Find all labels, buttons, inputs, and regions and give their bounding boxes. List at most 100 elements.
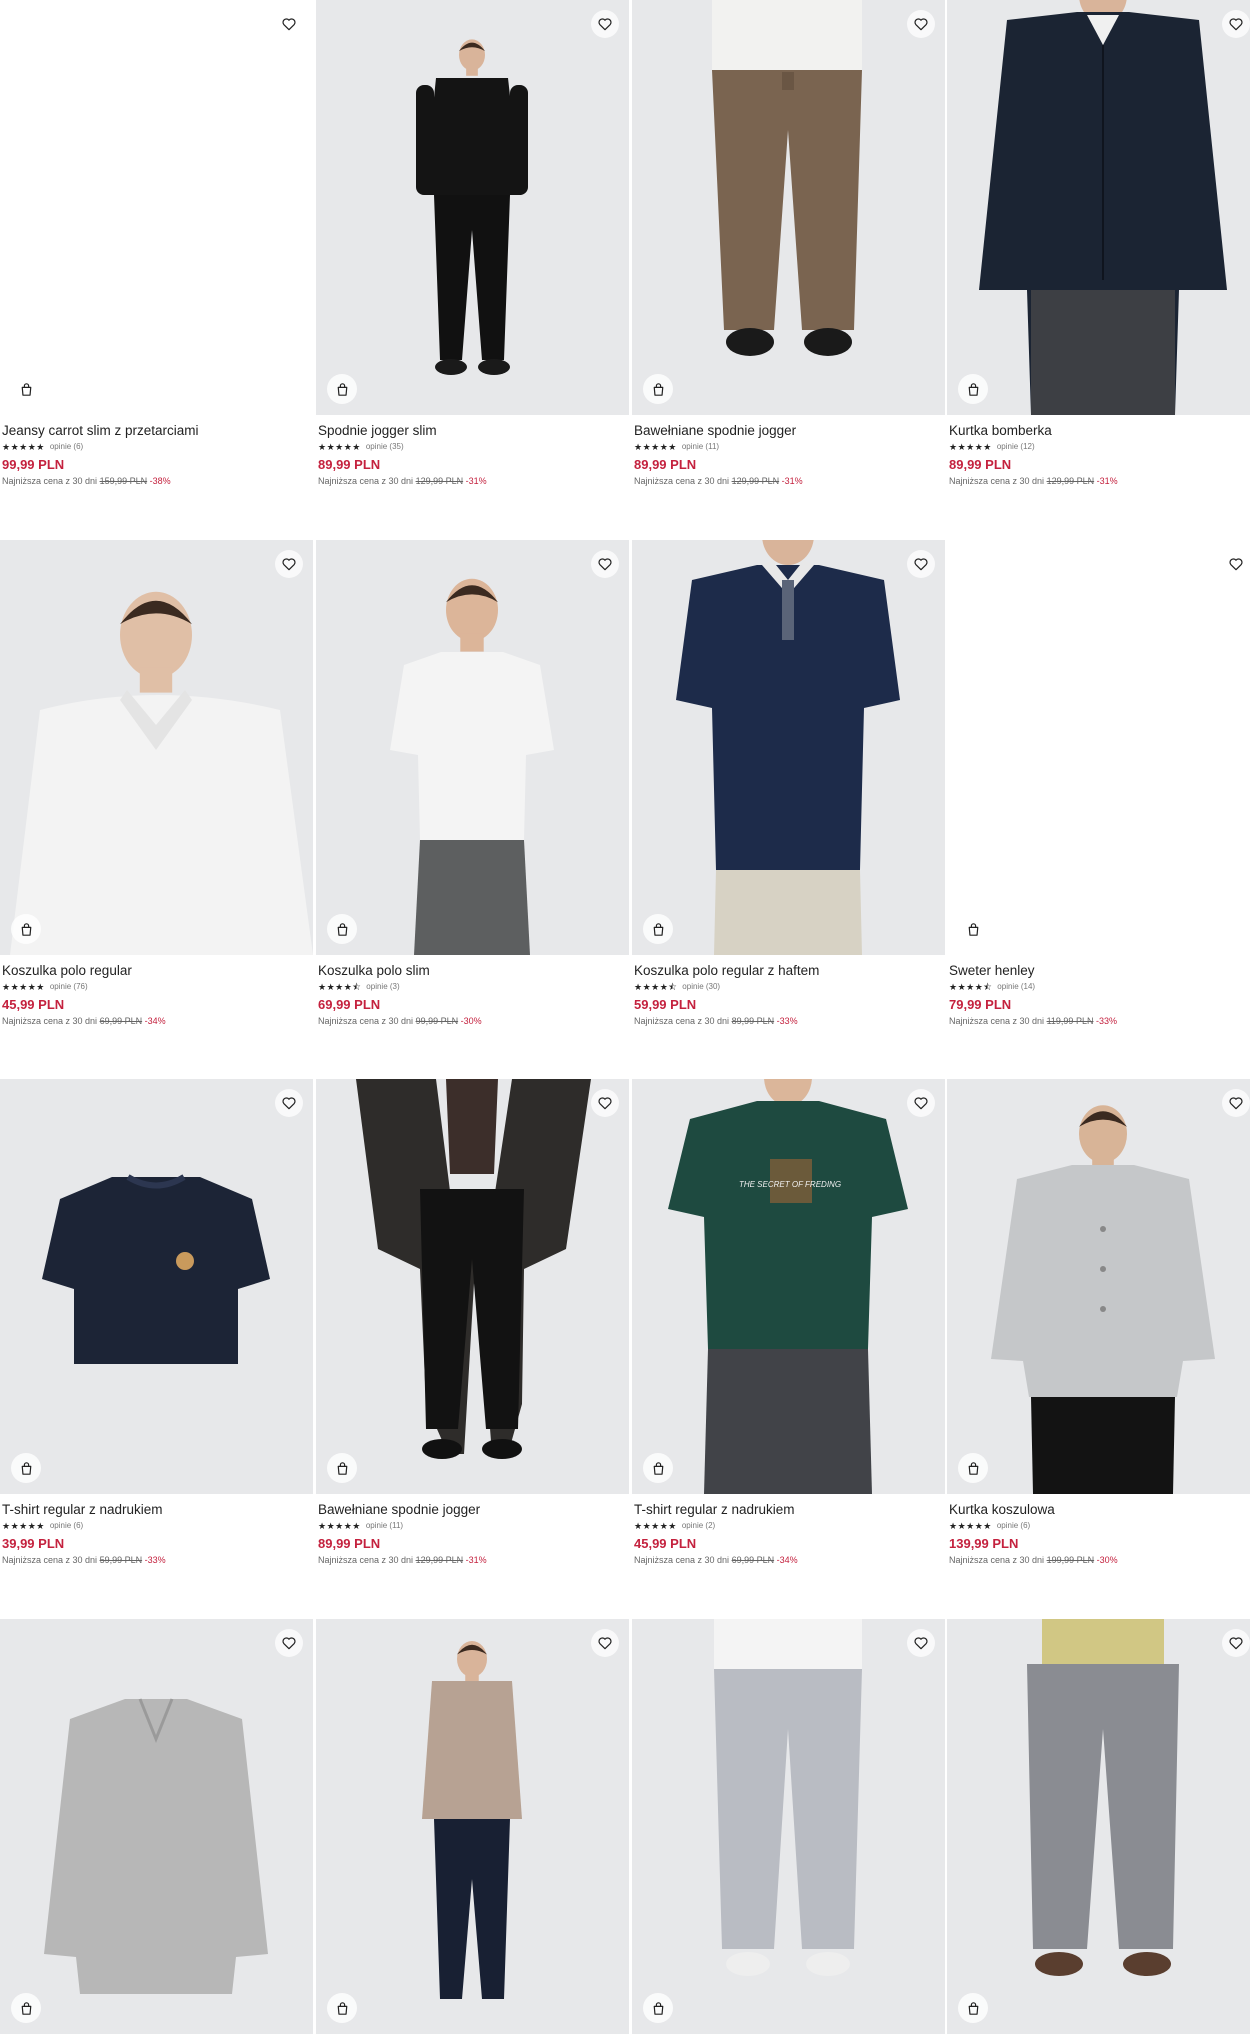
product-card[interactable]: Bawełniane spodnie jogger ★★★★★ opinie (…	[632, 0, 945, 486]
product-card[interactable]: Kurtka bomberka ★★★★★ opinie (12) 89,99 …	[947, 0, 1250, 486]
shopping-bag-icon[interactable]	[327, 914, 357, 944]
heart-icon[interactable]	[1222, 550, 1250, 578]
heart-icon[interactable]	[1222, 10, 1250, 38]
product-image[interactable]	[316, 540, 629, 955]
product-photo-figure	[356, 1079, 591, 1459]
heart-icon[interactable]	[907, 1629, 935, 1657]
heart-icon[interactable]	[275, 1629, 303, 1657]
heart-icon[interactable]	[591, 1089, 619, 1117]
product-card[interactable]: Koszulka polo slim ★★★★⯪ opinie (3) 69,9…	[316, 540, 629, 1026]
shopping-bag-icon[interactable]	[11, 1453, 41, 1483]
product-image[interactable]	[0, 540, 313, 955]
review-count[interactable]: opinie (3)	[366, 982, 399, 992]
shopping-bag-icon[interactable]	[643, 914, 673, 944]
review-count[interactable]: opinie (11)	[366, 1521, 403, 1531]
review-count[interactable]: opinie (11)	[682, 442, 719, 452]
product-name[interactable]: Jeansy carrot slim z przetarciami	[2, 423, 313, 438]
product-card[interactable]: THE SECRET OF FREDING T-shirt regular z …	[632, 1079, 945, 1565]
product-card[interactable]: Koszulka polo regular ★★★★★ opinie (76) …	[0, 540, 313, 1026]
product-card[interactable]	[632, 1619, 945, 2034]
product-image[interactable]	[0, 1619, 313, 2034]
product-card[interactable]: Bawełniane spodnie jogger ★★★★★ opinie (…	[316, 1079, 629, 1565]
rating-stars: ★★★★★	[318, 1521, 361, 1531]
shopping-bag-icon[interactable]	[643, 374, 673, 404]
shopping-bag-icon[interactable]	[11, 1993, 41, 2023]
product-image[interactable]	[316, 0, 629, 415]
shopping-bag-icon[interactable]	[327, 374, 357, 404]
old-price: 159,99 PLN	[99, 476, 148, 486]
heart-icon[interactable]	[591, 1629, 619, 1657]
heart-icon[interactable]	[275, 10, 303, 38]
heart-icon[interactable]	[591, 10, 619, 38]
product-name[interactable]: Koszulka polo regular z haftem	[634, 963, 945, 978]
product-image[interactable]: THE SECRET OF FREDING	[632, 1079, 945, 1494]
product-image[interactable]	[947, 1619, 1250, 2034]
shopping-bag-icon[interactable]	[643, 1993, 673, 2023]
shopping-bag-icon[interactable]	[327, 1993, 357, 2023]
product-name[interactable]: Kurtka koszulowa	[949, 1502, 1250, 1517]
discount-badge: -34%	[144, 1016, 166, 1026]
product-card[interactable]: Kurtka koszulowa ★★★★★ opinie (6) 139,99…	[947, 1079, 1250, 1565]
heart-icon[interactable]	[907, 10, 935, 38]
review-count[interactable]: opinie (14)	[997, 982, 1035, 992]
product-photo-figure	[991, 1105, 1215, 1494]
product-card[interactable]: T-shirt regular z nadrukiem ★★★★★ opinie…	[0, 1079, 313, 1565]
product-image[interactable]	[632, 540, 945, 955]
product-name[interactable]: Kurtka bomberka	[949, 423, 1250, 438]
review-count[interactable]: opinie (76)	[50, 982, 88, 992]
product-image[interactable]	[947, 0, 1250, 415]
product-image[interactable]	[316, 1079, 629, 1494]
review-count[interactable]: opinie (2)	[682, 1521, 715, 1531]
product-image[interactable]	[0, 0, 313, 415]
product-image[interactable]	[632, 1619, 945, 2034]
product-name[interactable]: Koszulka polo regular	[2, 963, 313, 978]
product-rating: ★★★★⯪ opinie (14)	[949, 982, 1250, 992]
product-card[interactable]	[316, 1619, 629, 2034]
shopping-bag-icon[interactable]	[958, 1453, 988, 1483]
product-card[interactable]: Jeansy carrot slim z przetarciami ★★★★★ …	[0, 0, 313, 486]
product-card[interactable]	[947, 1619, 1250, 2034]
product-card[interactable]: Koszulka polo regular z haftem ★★★★⯪ opi…	[632, 540, 945, 1026]
review-count[interactable]: opinie (6)	[50, 1521, 83, 1531]
product-name[interactable]: Bawełniane spodnie jogger	[634, 423, 945, 438]
product-name[interactable]: Koszulka polo slim	[318, 963, 629, 978]
product-name[interactable]: Spodnie jogger slim	[318, 423, 629, 438]
heart-icon[interactable]	[1222, 1629, 1250, 1657]
heart-icon[interactable]	[275, 1089, 303, 1117]
review-count[interactable]: opinie (6)	[997, 1521, 1030, 1531]
product-image[interactable]	[632, 0, 945, 415]
shopping-bag-icon[interactable]	[327, 1453, 357, 1483]
product-card[interactable]: Spodnie jogger slim ★★★★★ opinie (35) 89…	[316, 0, 629, 486]
product-name[interactable]: Bawełniane spodnie jogger	[318, 1502, 629, 1517]
review-count[interactable]: opinie (30)	[682, 982, 720, 992]
shopping-bag-icon[interactable]	[643, 1453, 673, 1483]
review-count[interactable]: opinie (35)	[366, 442, 404, 452]
review-count[interactable]: opinie (12)	[997, 442, 1035, 452]
shopping-bag-icon[interactable]	[11, 374, 41, 404]
product-image[interactable]	[947, 1079, 1250, 1494]
discount-badge: -30%	[460, 1016, 482, 1026]
heart-icon[interactable]	[591, 550, 619, 578]
shopping-bag-icon[interactable]	[958, 1993, 988, 2023]
old-price: 129,99 PLN	[415, 1555, 464, 1565]
old-price: 69,99 PLN	[731, 1555, 775, 1565]
review-count[interactable]: opinie (6)	[50, 442, 83, 452]
heart-icon[interactable]	[1222, 1089, 1250, 1117]
product-image[interactable]	[947, 540, 1250, 955]
old-price: 129,99 PLN	[731, 476, 780, 486]
product-image[interactable]	[316, 1619, 629, 2034]
shopping-bag-icon[interactable]	[11, 914, 41, 944]
product-image[interactable]	[0, 1079, 313, 1494]
shopping-bag-icon[interactable]	[958, 374, 988, 404]
product-name[interactable]: Sweter henley	[949, 963, 1250, 978]
print-text: THE SECRET OF FREDING	[739, 1180, 841, 1189]
heart-icon[interactable]	[275, 550, 303, 578]
product-name[interactable]: T-shirt regular z nadrukiem	[2, 1502, 313, 1517]
heart-icon[interactable]	[907, 1089, 935, 1117]
product-card[interactable]: Sweter henley ★★★★⯪ opinie (14) 79,99 PL…	[947, 540, 1250, 1026]
shopping-bag-icon[interactable]	[958, 914, 988, 944]
product-rating: ★★★★★ opinie (2)	[634, 1521, 945, 1531]
product-card[interactable]	[0, 1619, 313, 2034]
heart-icon[interactable]	[907, 550, 935, 578]
product-name[interactable]: T-shirt regular z nadrukiem	[634, 1502, 945, 1517]
